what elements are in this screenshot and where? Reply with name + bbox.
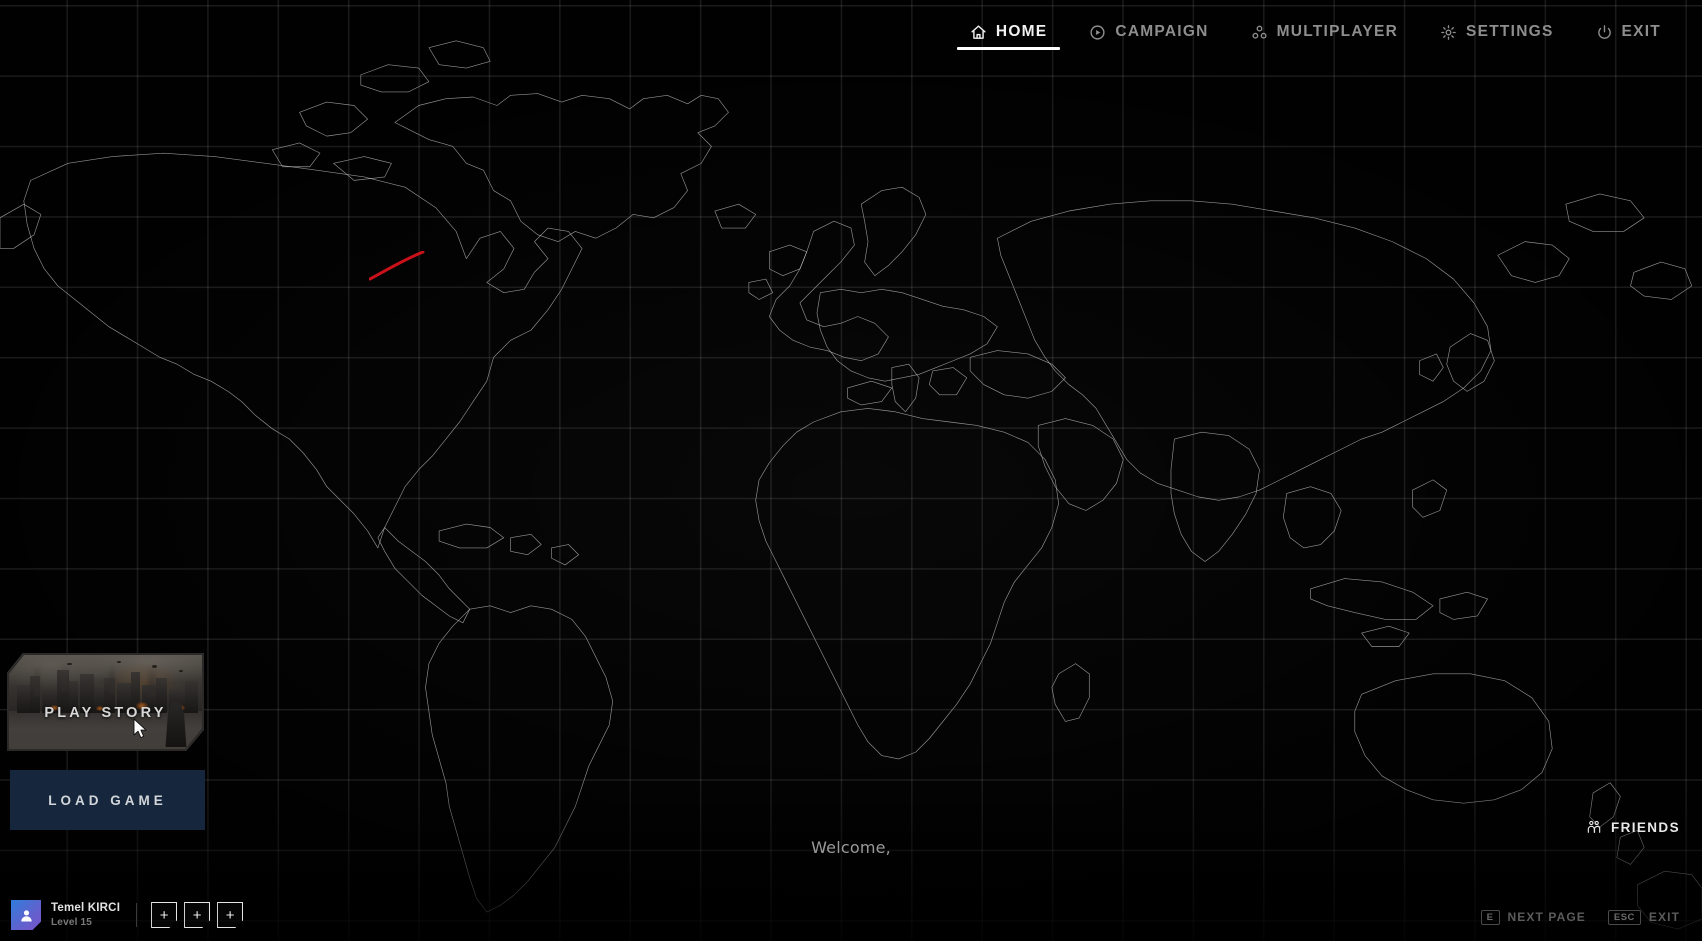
hint-label: EXIT — [1648, 910, 1680, 925]
add-slot-button[interactable]: + — [151, 902, 178, 928]
add-slot-button[interactable]: + — [217, 902, 244, 928]
player-profile-bar: Temel KIRCI Level 15 + + + — [0, 889, 260, 941]
profile-divider — [136, 903, 138, 927]
hint-label: NEXT PAGE — [1507, 910, 1586, 925]
power-icon — [1596, 24, 1613, 41]
user-avatar-icon — [20, 909, 32, 921]
gear-icon — [1440, 24, 1457, 41]
story-card-inner: PLAY STORY — [9, 655, 202, 749]
key-badge: E — [1480, 909, 1500, 925]
nav-item-label: HOME — [995, 23, 1048, 40]
hint-exit: ESC EXIT — [1607, 909, 1680, 925]
nav-item-campaign[interactable]: CAMPAIGN — [1068, 0, 1229, 64]
play-circle-icon — [1089, 24, 1106, 41]
add-slot-button[interactable]: + — [184, 902, 211, 928]
keyboard-hints: E NEXT PAGE ESC EXIT — [1480, 909, 1680, 925]
load-game-button[interactable]: LOAD GAME — [10, 770, 205, 830]
nav-item-settings[interactable]: SETTINGS — [1419, 0, 1575, 64]
nav-item-label: SETTINGS — [1466, 23, 1554, 40]
top-navigation: HOME CAMPAIGN MULTIPLAYER SETTINGS EXIT — [949, 0, 1702, 64]
nav-item-multiplayer[interactable]: MULTIPLAYER — [1230, 0, 1419, 64]
play-story-card[interactable]: PLAY STORY — [7, 653, 204, 751]
multiplayer-icon — [1251, 24, 1268, 41]
nav-item-label: MULTIPLAYER — [1276, 23, 1399, 40]
friends-icon — [1586, 819, 1602, 835]
profile-name: Temel KIRCI — [51, 902, 121, 915]
nav-item-home[interactable]: HOME — [949, 0, 1069, 64]
profile-slots: + + + — [151, 902, 244, 928]
welcome-message: Welcome, — [811, 838, 891, 857]
hint-next-page: E NEXT PAGE — [1480, 909, 1586, 925]
world-map — [0, 0, 1702, 941]
profile-text: Temel KIRCI Level 15 — [51, 902, 120, 928]
nav-item-exit[interactable]: EXIT — [1575, 0, 1682, 64]
nav-item-label: CAMPAIGN — [1115, 23, 1209, 40]
friends-button[interactable]: FRIENDS — [1586, 819, 1680, 835]
nav-item-label: EXIT — [1621, 23, 1661, 40]
profile-level: Level 15 — [51, 916, 93, 928]
nav-active-underline — [956, 47, 1061, 50]
home-icon — [970, 24, 987, 41]
key-badge: ESC — [1607, 909, 1641, 925]
avatar[interactable] — [11, 900, 41, 930]
play-story-label: PLAY STORY — [44, 704, 167, 721]
friends-label: FRIENDS — [1610, 819, 1680, 835]
main-menu-screen: HOME CAMPAIGN MULTIPLAYER SETTINGS EXIT … — [0, 0, 1702, 941]
